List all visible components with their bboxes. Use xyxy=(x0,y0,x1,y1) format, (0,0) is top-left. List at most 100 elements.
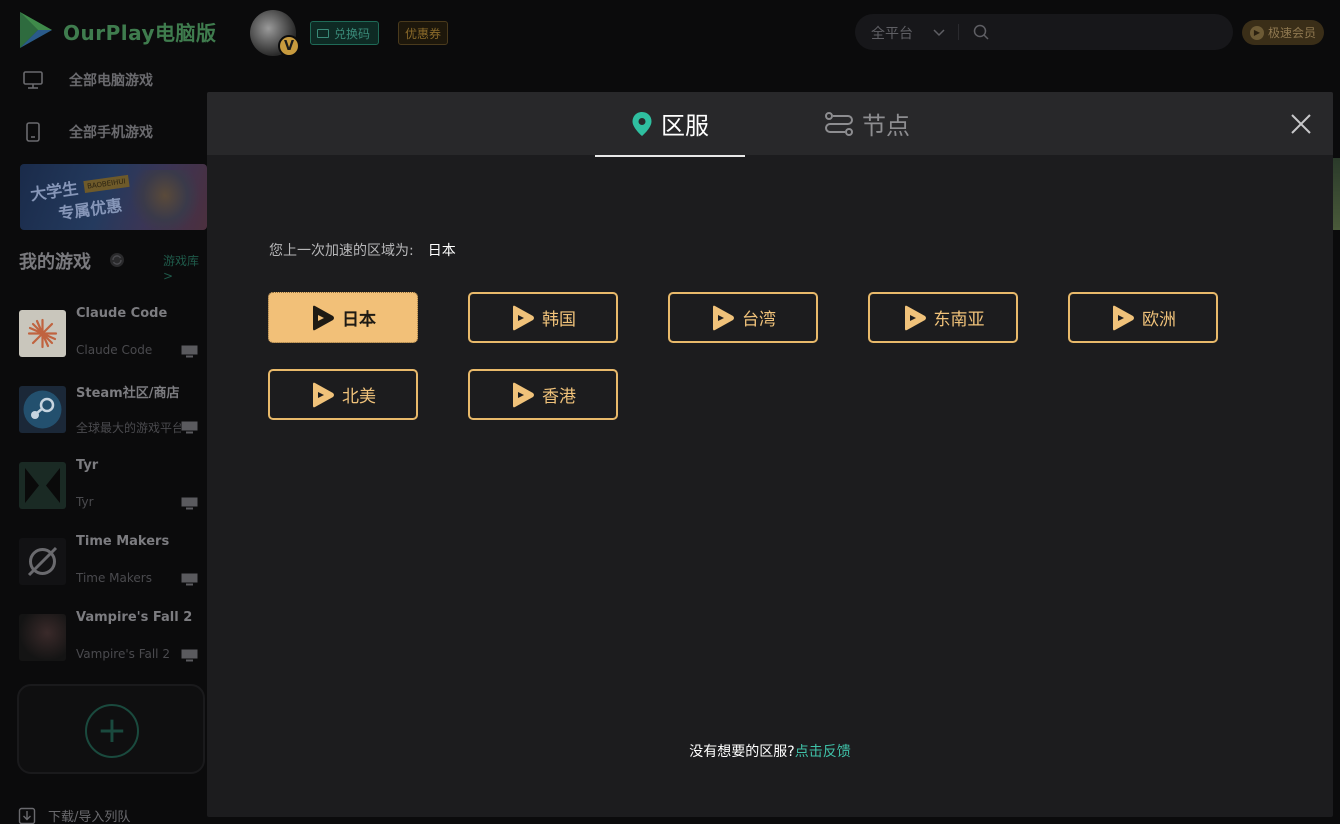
tyr-thumbnail xyxy=(19,462,66,509)
plus-icon: + xyxy=(85,704,139,758)
region-button-hong-kong[interactable]: 香港 xyxy=(468,369,618,420)
region-label: 北美 xyxy=(342,387,376,407)
sidebar: 全部电脑游戏 全部手机游戏 大学生 BAOBEIHUI 专属优惠 我的游戏 游戏… xyxy=(0,64,207,824)
nav-all-mobile-games[interactable]: 全部手机游戏 xyxy=(0,112,207,152)
play-badge-icon xyxy=(513,382,534,407)
region-label: 东南亚 xyxy=(933,310,985,330)
student-promo-banner[interactable]: 大学生 BAOBEIHUI 专属优惠 xyxy=(20,164,207,230)
vip-membership-button[interactable]: ▶ 极速会员 xyxy=(1242,20,1324,45)
coupon-button[interactable]: 优惠券 xyxy=(398,21,449,45)
game-name: Time Makers xyxy=(76,534,170,549)
game-subtitle: Vampire's Fall 2 xyxy=(76,647,170,661)
pc-platform-icon xyxy=(181,497,198,510)
game-item[interactable]: Claude Code Claude Code xyxy=(0,300,207,364)
play-badge-icon xyxy=(313,382,334,407)
refresh-icon[interactable] xyxy=(108,251,126,269)
last-region-prefix: 您上一次加速的区域为: xyxy=(269,243,414,259)
nav-all-pc-games[interactable]: 全部电脑游戏 xyxy=(0,60,207,100)
game-subtitle: Claude Code xyxy=(76,343,153,357)
game-subtitle: 全球最大的游戏平台 xyxy=(76,421,181,435)
region-label: 日本 xyxy=(342,310,376,330)
last-region-info: 您上一次加速的区域为: 日本 xyxy=(269,240,456,260)
redeem-code-label: 兑换码 xyxy=(334,26,371,41)
nav-label: 全部手机游戏 xyxy=(69,125,153,141)
coupon-label: 优惠券 xyxy=(405,26,442,41)
region-button-korea[interactable]: 韩国 xyxy=(468,292,618,343)
vip-label: 极速会员 xyxy=(1267,26,1316,40)
banner-tag: BAOBEIHUI xyxy=(83,174,130,194)
tab-region[interactable]: 区服 xyxy=(595,92,745,155)
vampires-fall-thumbnail xyxy=(19,614,66,661)
tab-label: 节点 xyxy=(862,112,910,140)
feedback-prompt: 没有想要的区服?点击反馈 xyxy=(207,741,1333,761)
time-makers-logo-icon xyxy=(27,546,58,577)
region-label: 台湾 xyxy=(742,310,776,330)
region-button-taiwan[interactable]: 台湾 xyxy=(668,292,818,343)
platform-search-bar: 全平台 xyxy=(855,14,1233,50)
modal-header xyxy=(207,92,1333,155)
region-select-modal: 区服 节点 您上一次加速的区域为: 日本 日本 韩国 台湾 东南亚 欧洲 北美 … xyxy=(207,92,1333,817)
steam-thumbnail xyxy=(19,386,66,433)
banner-artwork xyxy=(130,170,200,230)
region-label: 欧洲 xyxy=(1142,310,1176,330)
pc-platform-icon xyxy=(181,649,198,662)
nav-label: 全部电脑游戏 xyxy=(69,73,153,89)
region-button-southeast-asia[interactable]: 东南亚 xyxy=(868,292,1018,343)
top-bar: OurPlay电脑版 V 兑换码 优惠券 全平台 ▶ 极速会员 xyxy=(0,0,1340,64)
play-badge-icon xyxy=(713,305,734,330)
feedback-link[interactable]: 点击反馈 xyxy=(795,744,851,760)
route-icon xyxy=(825,111,853,136)
play-badge-icon xyxy=(1113,305,1134,330)
redeem-code-button[interactable]: 兑换码 xyxy=(310,21,380,45)
search-icon[interactable] xyxy=(973,24,989,40)
sunburst-icon xyxy=(27,318,58,349)
app-window: OurPlay电脑版 V 兑换码 优惠券 全平台 ▶ 极速会员 全部电脑游戏 全… xyxy=(0,0,1340,824)
pc-platform-icon xyxy=(181,345,198,358)
play-icon: ▶ xyxy=(1249,25,1264,40)
close-icon[interactable] xyxy=(1289,112,1313,136)
game-name: Steam社区/商店 xyxy=(76,386,180,401)
region-button-north-america[interactable]: 北美 xyxy=(268,369,418,420)
ourplay-logo-icon xyxy=(20,12,52,48)
feedback-question: 没有想要的区服? xyxy=(689,744,795,760)
active-tab-indicator xyxy=(595,155,745,157)
download-icon xyxy=(18,807,36,824)
monitor-icon xyxy=(23,71,43,89)
phone-icon xyxy=(26,122,40,142)
download-queue-link[interactable]: 下载/导入列队 xyxy=(18,806,130,824)
game-subtitle: Tyr xyxy=(76,495,94,509)
game-item[interactable]: Tyr Tyr xyxy=(0,452,207,516)
game-name: Tyr xyxy=(76,458,99,473)
divider xyxy=(958,24,959,40)
steam-icon xyxy=(23,390,62,429)
game-name: Claude Code xyxy=(76,306,168,321)
game-item[interactable]: Time Makers Time Makers xyxy=(0,528,207,592)
tyr-logo-icon xyxy=(25,468,60,503)
last-region-value: 日本 xyxy=(427,243,456,259)
region-label: 韩国 xyxy=(542,310,576,330)
pc-platform-icon xyxy=(181,421,198,434)
region-button-japan[interactable]: 日本 xyxy=(268,292,418,343)
add-game-button[interactable]: + xyxy=(17,684,205,774)
app-name: OurPlay电脑版 xyxy=(63,21,217,45)
tab-node[interactable]: 节点 xyxy=(824,92,924,155)
game-library-link[interactable]: 游戏库 > xyxy=(163,252,207,283)
ticket-icon xyxy=(317,28,329,38)
background-thumbnail-edge xyxy=(1333,158,1340,230)
game-subtitle: Time Makers xyxy=(76,571,152,585)
my-games-title: 我的游戏 xyxy=(19,252,91,273)
region-button-europe[interactable]: 欧洲 xyxy=(1068,292,1218,343)
game-item[interactable]: Steam社区/商店 全球最大的游戏平台 xyxy=(0,376,207,440)
chevron-down-icon[interactable] xyxy=(933,26,945,38)
location-pin-icon xyxy=(632,111,652,136)
game-name: Vampire's Fall 2 xyxy=(76,610,193,625)
pc-platform-icon xyxy=(181,573,198,586)
game-item[interactable]: Vampire's Fall 2 Vampire's Fall 2 xyxy=(0,604,207,668)
region-label: 香港 xyxy=(542,387,576,407)
platform-select[interactable]: 全平台 xyxy=(871,23,913,43)
tab-label: 区服 xyxy=(661,112,709,140)
play-badge-icon xyxy=(904,305,926,330)
vip-badge: V xyxy=(278,35,300,57)
play-badge-icon xyxy=(313,305,334,330)
time-makers-thumbnail xyxy=(19,538,66,585)
